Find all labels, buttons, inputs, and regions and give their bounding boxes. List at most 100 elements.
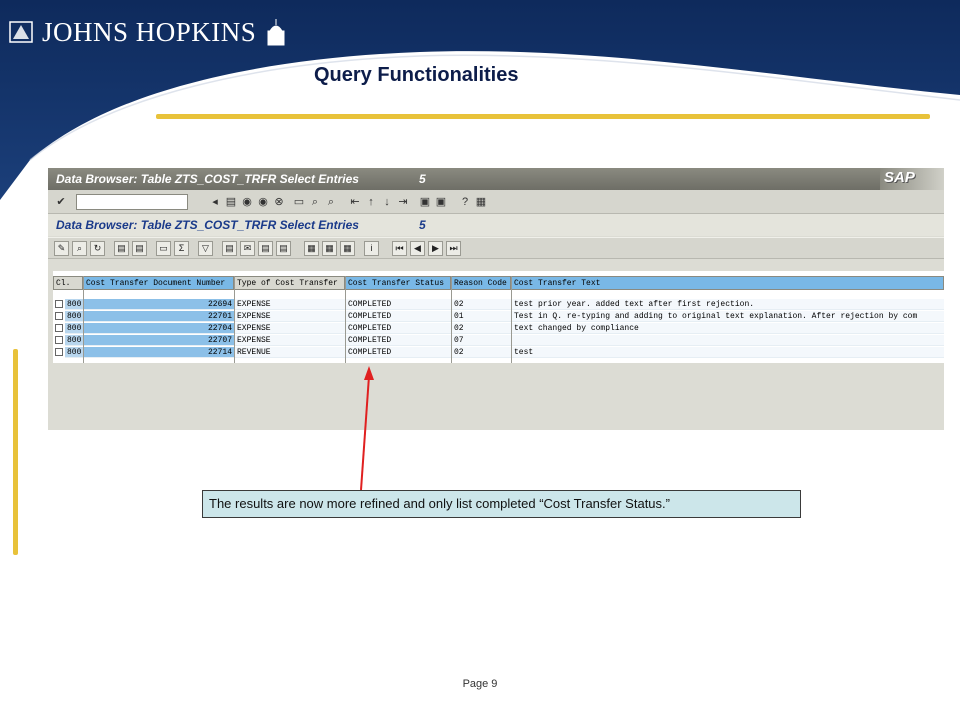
column-header-reason-code[interactable]: Reason Code bbox=[451, 276, 511, 290]
print-icon[interactable]: ▭ bbox=[292, 195, 306, 209]
brand-logo: JOHNS HOPKINS bbox=[8, 14, 288, 50]
save-icon[interactable]: ▤ bbox=[224, 195, 238, 209]
first-row-icon[interactable]: ⏮ bbox=[392, 241, 407, 256]
last-page-icon[interactable]: ⇥ bbox=[396, 195, 410, 209]
page-number: Page 9 bbox=[462, 678, 498, 690]
university-seal-icon bbox=[9, 21, 33, 43]
sum-icon[interactable]: Σ bbox=[174, 241, 189, 256]
info-icon[interactable]: i bbox=[364, 241, 379, 256]
row-checkbox[interactable] bbox=[55, 300, 63, 308]
layout-menu-icon[interactable]: ▦ bbox=[474, 195, 488, 209]
save-layout-icon[interactable]: ▦ bbox=[340, 241, 355, 256]
details-icon[interactable]: ⌕ bbox=[72, 241, 87, 256]
layout-icon[interactable]: ▦ bbox=[304, 241, 319, 256]
refresh-icon[interactable]: ↻ bbox=[90, 241, 105, 256]
table-row[interactable]: 800 22701 EXPENSE COMPLETED 01 Test in Q… bbox=[53, 311, 944, 322]
help-icon[interactable]: ? bbox=[458, 195, 472, 209]
cancel-icon[interactable]: ⊗ bbox=[272, 195, 286, 209]
sap-window-count: 5 bbox=[419, 172, 426, 186]
cell-reason-code: 02 bbox=[452, 323, 511, 334]
cell-type: EXPENSE bbox=[235, 311, 345, 322]
select-layout-icon[interactable]: ▦ bbox=[322, 241, 337, 256]
first-page-icon[interactable]: ⇤ bbox=[348, 195, 362, 209]
export-icon[interactable]: ▤ bbox=[222, 241, 237, 256]
cell-text: Test in Q. re-typing and adding to origi… bbox=[512, 311, 944, 322]
row-checkbox[interactable] bbox=[55, 336, 63, 344]
title-underline bbox=[156, 114, 930, 119]
cell-type: EXPENSE bbox=[235, 335, 345, 346]
cell-document-number: 22701 bbox=[84, 311, 234, 322]
sap-screen-title: Data Browser: Table ZTS_COST_TRFR Select… bbox=[56, 218, 359, 232]
sap-screen-count: 5 bbox=[419, 218, 426, 232]
back-nav-icon[interactable]: ◂ bbox=[208, 195, 222, 209]
display-icon[interactable]: ✎ bbox=[54, 241, 69, 256]
cell-status: COMPLETED bbox=[346, 335, 451, 346]
column-header-text[interactable]: Cost Transfer Text bbox=[511, 276, 944, 290]
cell-text: text changed by compliance bbox=[512, 323, 944, 334]
callout-box: The results are now more refined and onl… bbox=[202, 490, 801, 518]
table-row[interactable]: 800 22704 EXPENSE COMPLETED 02 text chan… bbox=[53, 323, 944, 334]
next-page-icon[interactable]: ↓ bbox=[380, 195, 394, 209]
find-next-icon[interactable]: ⌕ bbox=[324, 195, 338, 209]
slide-title: Query Functionalities bbox=[314, 64, 519, 86]
shortcut-icon[interactable]: ▣ bbox=[434, 195, 448, 209]
cell-type: REVENUE bbox=[235, 347, 345, 358]
row-checkbox[interactable] bbox=[55, 312, 63, 320]
prev-row-icon[interactable]: ◀ bbox=[410, 241, 425, 256]
table-row[interactable]: 800 22714 REVENUE COMPLETED 02 test bbox=[53, 347, 944, 358]
cell-status: COMPLETED bbox=[346, 311, 451, 322]
column-header-document-number[interactable]: Cost Transfer Document Number bbox=[83, 276, 234, 290]
cell-status: COMPLETED bbox=[346, 299, 451, 310]
last-row-icon[interactable]: ⏭ bbox=[446, 241, 461, 256]
print-list-icon[interactable]: ▭ bbox=[156, 241, 171, 256]
cell-text: test prior year. added text after first … bbox=[512, 299, 944, 310]
column-header-client[interactable]: Cl. bbox=[53, 276, 83, 290]
sap-window-title: Data Browser: Table ZTS_COST_TRFR Select… bbox=[56, 172, 359, 186]
cell-client: 800 bbox=[65, 299, 83, 310]
sap-window-titlebar: Data Browser: Table ZTS_COST_TRFR Select… bbox=[48, 168, 944, 190]
cell-document-number: 22704 bbox=[84, 323, 234, 334]
exit-icon[interactable]: ◉ bbox=[256, 195, 270, 209]
cell-client: 800 bbox=[65, 335, 83, 346]
cell-client: 800 bbox=[65, 347, 83, 358]
row-checkbox[interactable] bbox=[55, 348, 63, 356]
back-icon[interactable]: ◉ bbox=[240, 195, 254, 209]
enter-icon[interactable]: ✔ bbox=[54, 195, 68, 209]
cell-status: COMPLETED bbox=[346, 323, 451, 334]
sap-window: Data Browser: Table ZTS_COST_TRFR Select… bbox=[48, 168, 944, 430]
send-icon[interactable]: ✉ bbox=[240, 241, 255, 256]
column-header-type[interactable]: Type of Cost Transfer bbox=[234, 276, 345, 290]
find-icon[interactable]: ⌕ bbox=[308, 195, 322, 209]
table-row[interactable]: 800 22707 EXPENSE COMPLETED 07 bbox=[53, 335, 944, 346]
cell-reason-code: 07 bbox=[452, 335, 511, 346]
new-session-icon[interactable]: ▣ bbox=[418, 195, 432, 209]
sap-application-toolbar: ✎ ⌕ ↻ ▤ ▤ ▭ Σ ▽ ▤ ✉ ▤ ▤ ▦ ▦ ▦ i ⏮ ◀ ▶ ⏭ bbox=[48, 237, 944, 259]
cell-document-number: 22694 bbox=[84, 299, 234, 310]
table-row[interactable]: 800 22694 EXPENSE COMPLETED 02 test prio… bbox=[53, 299, 944, 310]
column-header-status[interactable]: Cost Transfer Status bbox=[345, 276, 451, 290]
sap-screen-titlebar: Data Browser: Table ZTS_COST_TRFR Select… bbox=[48, 214, 944, 236]
cell-text bbox=[512, 335, 944, 346]
cell-reason-code: 02 bbox=[452, 347, 511, 358]
prev-page-icon[interactable]: ↑ bbox=[364, 195, 378, 209]
word-icon[interactable]: ▤ bbox=[258, 241, 273, 256]
cell-reason-code: 01 bbox=[452, 311, 511, 322]
cell-client: 800 bbox=[65, 323, 83, 334]
row-checkbox[interactable] bbox=[55, 324, 63, 332]
filter-icon[interactable]: ▽ bbox=[198, 241, 213, 256]
cell-document-number: 22707 bbox=[84, 335, 234, 346]
cell-text: test bbox=[512, 347, 944, 358]
sap-system-toolbar: ✔ ◂ ▤ ◉ ◉ ⊗ ▭ ⌕ ⌕ ⇤ ↑ ↓ ⇥ ▣ ▣ ? ▦ bbox=[48, 190, 944, 214]
excel-icon[interactable]: ▤ bbox=[276, 241, 291, 256]
check-table-icon[interactable]: ▤ bbox=[114, 241, 129, 256]
table-header: Cl. Cost Transfer Document Number Type o… bbox=[53, 276, 944, 290]
dome-building-icon bbox=[267, 19, 285, 46]
side-accent-bar bbox=[13, 349, 18, 555]
callout-text: The results are now more refined and onl… bbox=[209, 496, 670, 511]
next-row-icon[interactable]: ▶ bbox=[428, 241, 443, 256]
sort-icon[interactable]: ▤ bbox=[132, 241, 147, 256]
command-field[interactable] bbox=[76, 194, 188, 210]
cell-reason-code: 02 bbox=[452, 299, 511, 310]
sap-logo: SAP bbox=[880, 168, 944, 190]
cell-client: 800 bbox=[65, 311, 83, 322]
